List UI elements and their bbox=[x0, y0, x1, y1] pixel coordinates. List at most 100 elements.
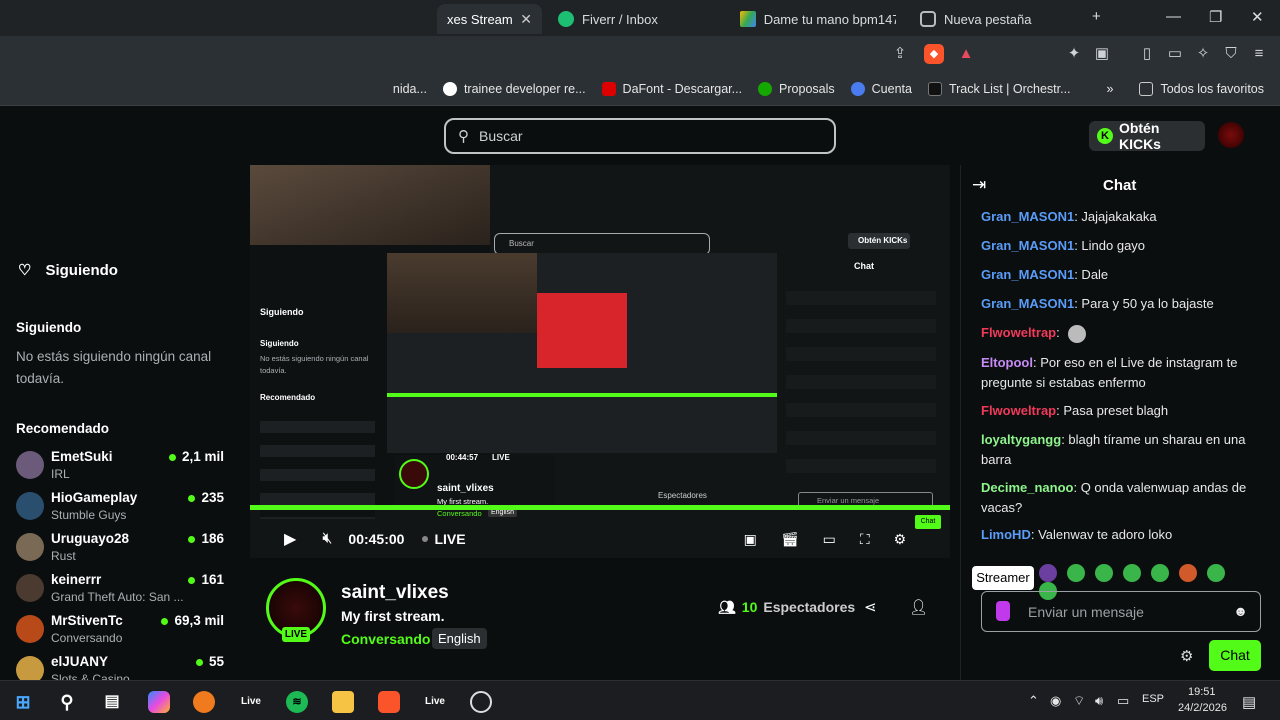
emote-icon[interactable] bbox=[1207, 564, 1225, 582]
fl-studio-icon[interactable] bbox=[193, 691, 215, 713]
user-avatar[interactable] bbox=[1218, 122, 1244, 148]
chat-user[interactable]: Flwoweltrap bbox=[981, 325, 1056, 340]
clock-date[interactable]: 24/2/2026 bbox=[1178, 702, 1227, 714]
maximize-icon[interactable]: ❐ bbox=[1209, 8, 1222, 26]
brave-icon[interactable]: ◆ bbox=[924, 44, 944, 64]
recommended-channel[interactable]: Uruguayo28 Rust 186 bbox=[16, 531, 230, 571]
share-icon[interactable]: ⇪ bbox=[890, 44, 910, 64]
video-progress-bar[interactable] bbox=[250, 505, 950, 510]
media-icon[interactable]: ▣ bbox=[1092, 44, 1112, 64]
get-kicks-button[interactable]: K Obtén KICKs bbox=[1089, 120, 1205, 152]
network-icon[interactable]: ⌔ bbox=[1073, 693, 1085, 709]
clip-icon[interactable]: 🎬︎ bbox=[781, 531, 799, 548]
search-icon[interactable]: ⚲ bbox=[56, 691, 78, 713]
bookmark-item[interactable]: Cuenta bbox=[850, 81, 912, 96]
volume-icon[interactable]: 🔊︎ bbox=[1095, 693, 1103, 709]
player-controls: ▶ 🔇︎ 00:45:00 LIVE ▣ 🎬︎ ▭ ⛶ ⚙ bbox=[250, 520, 950, 558]
keyboard-language[interactable]: ESP bbox=[1142, 693, 1164, 705]
emote-icon[interactable] bbox=[1179, 564, 1197, 582]
tray-chevron-icon[interactable]: ⌃ bbox=[1028, 693, 1039, 709]
play-icon[interactable]: ▶ bbox=[284, 529, 296, 549]
chat-user[interactable]: Decime_nanoo bbox=[981, 480, 1073, 495]
bookmark-item[interactable]: Proposals bbox=[758, 81, 835, 96]
send-chat-button[interactable]: Chat bbox=[1209, 640, 1261, 671]
search-input[interactable]: ⚲ Buscar bbox=[444, 118, 836, 154]
live-badge: LIVE bbox=[282, 627, 310, 642]
collapse-chat-icon[interactable]: ⇥ bbox=[972, 175, 986, 195]
chat-input[interactable]: Enviar un mensaje ☻ bbox=[981, 591, 1261, 632]
chat-user[interactable]: Gran_MASON1 bbox=[981, 238, 1074, 253]
wallet-icon[interactable]: ▭ bbox=[1165, 44, 1185, 64]
chat-text: : Lindo gayo bbox=[1074, 238, 1146, 253]
mute-icon[interactable]: 🔇︎ bbox=[322, 530, 332, 548]
recommended-channel[interactable]: MrStivenTc Conversando 69,3 mil bbox=[16, 613, 230, 653]
fullscreen-icon[interactable]: ⛶ bbox=[860, 531, 870, 548]
chat-user[interactable]: Eltopool bbox=[981, 355, 1033, 370]
video-player[interactable]: Siguiendo Siguiendo No estás siguiendo n… bbox=[250, 165, 950, 558]
nested-recommended: Recomendado bbox=[260, 393, 316, 402]
share-icon[interactable]: ⋖ bbox=[864, 598, 877, 616]
emote-icon[interactable] bbox=[1095, 564, 1113, 582]
streamer-badge-icon[interactable] bbox=[996, 601, 1010, 621]
chat-user[interactable]: Flwoweltrap bbox=[981, 403, 1056, 418]
minimize-icon[interactable]: — bbox=[1166, 8, 1181, 25]
chat-user[interactable]: LimoHD bbox=[981, 527, 1031, 542]
follow-icon[interactable]: 👤︎ bbox=[909, 598, 928, 616]
following-title: Siguiendo bbox=[45, 261, 118, 279]
recommended-channel[interactable]: EmetSuki IRL 2,1 mil bbox=[16, 449, 230, 489]
windows-start-icon[interactable]: ⊞ bbox=[12, 691, 34, 713]
recommended-channel[interactable]: keinerrr Grand Theft Auto: San ... 161 bbox=[16, 572, 230, 612]
all-favorites[interactable]: Todos los favoritos bbox=[1139, 81, 1264, 96]
clock-time[interactable]: 19:51 bbox=[1188, 686, 1216, 698]
tab-label: Fiverr / Inbox bbox=[582, 11, 658, 27]
emote-icon[interactable] bbox=[1039, 564, 1057, 582]
chat-user[interactable]: loyaltygangg bbox=[981, 432, 1061, 447]
tab-new[interactable]: Nueva pestaña bbox=[910, 4, 1086, 34]
following-header[interactable]: ♡ Siguiendo bbox=[18, 261, 118, 280]
close-icon[interactable]: ✕ bbox=[520, 11, 532, 28]
tab-fiverr[interactable]: Fiverr / Inbox bbox=[548, 4, 724, 34]
extensions-icon[interactable]: ✦ bbox=[1064, 44, 1084, 64]
tab-active[interactable]: xes Stream - V ✕ bbox=[437, 4, 542, 34]
window-close-icon[interactable]: ✕ bbox=[1251, 8, 1264, 26]
file-explorer-icon[interactable] bbox=[332, 691, 354, 713]
emoji-icon[interactable]: ☻ bbox=[1233, 603, 1248, 619]
chat-user[interactable]: Gran_MASON1 bbox=[981, 209, 1074, 224]
chat-settings-icon[interactable]: ⚙ bbox=[1180, 647, 1193, 665]
emote-icon[interactable] bbox=[1151, 564, 1169, 582]
leo-icon[interactable]: ✧ bbox=[1193, 44, 1213, 64]
streamer-name[interactable]: saint_vlixes bbox=[341, 582, 449, 604]
vpn-icon[interactable]: ⛉ bbox=[1221, 44, 1241, 64]
recommended-channel[interactable]: HioGameplay Stumble Guys 235 bbox=[16, 490, 230, 530]
chat-user[interactable]: Gran_MASON1 bbox=[981, 267, 1074, 282]
live-app-icon[interactable]: Live bbox=[240, 691, 262, 713]
battery-icon[interactable]: ▭ bbox=[1117, 693, 1129, 709]
emote-icon[interactable] bbox=[1067, 564, 1085, 582]
record-icon[interactable]: ◉ bbox=[1050, 693, 1061, 709]
bookmark-item[interactable]: nida... bbox=[393, 82, 427, 96]
spotify-icon[interactable]: ≋ bbox=[286, 691, 308, 713]
settings-icon[interactable]: ⚙ bbox=[894, 531, 907, 548]
rewards-icon[interactable]: ▲ bbox=[956, 44, 976, 64]
sidebar-icon[interactable]: ▯ bbox=[1137, 44, 1157, 64]
copilot-icon[interactable] bbox=[148, 691, 170, 713]
menu-icon[interactable]: ≡ bbox=[1249, 44, 1269, 64]
new-tab-icon[interactable]: + bbox=[1092, 8, 1101, 25]
task-view-icon[interactable]: ▤ bbox=[101, 691, 123, 713]
theater-icon[interactable]: ▭ bbox=[823, 531, 836, 548]
bookmark-item[interactable]: DaFont - Descargar... bbox=[601, 81, 742, 96]
bookmarks-more[interactable]: » bbox=[1107, 82, 1114, 96]
live-app-icon[interactable]: Live bbox=[424, 691, 446, 713]
bookmark-item[interactable]: Track List | Orchestr... bbox=[927, 81, 1071, 96]
notifications-icon[interactable]: ▤ bbox=[1242, 693, 1256, 711]
stream-category[interactable]: Conversando bbox=[341, 631, 430, 647]
brave-taskbar-icon[interactable] bbox=[378, 691, 400, 713]
chat-user[interactable]: Gran_MASON1 bbox=[981, 296, 1074, 311]
emote-icon[interactable] bbox=[1123, 564, 1141, 582]
pip-icon[interactable]: ▣ bbox=[744, 531, 757, 548]
nested-following-section: Siguiendo bbox=[260, 339, 299, 348]
obs-icon[interactable] bbox=[470, 691, 492, 713]
bookmark-item[interactable]: trainee developer re... bbox=[442, 81, 586, 96]
tab-drive[interactable]: Dame tu mano bpm147 a bbox=[730, 4, 906, 34]
language-tag[interactable]: English bbox=[432, 628, 487, 649]
